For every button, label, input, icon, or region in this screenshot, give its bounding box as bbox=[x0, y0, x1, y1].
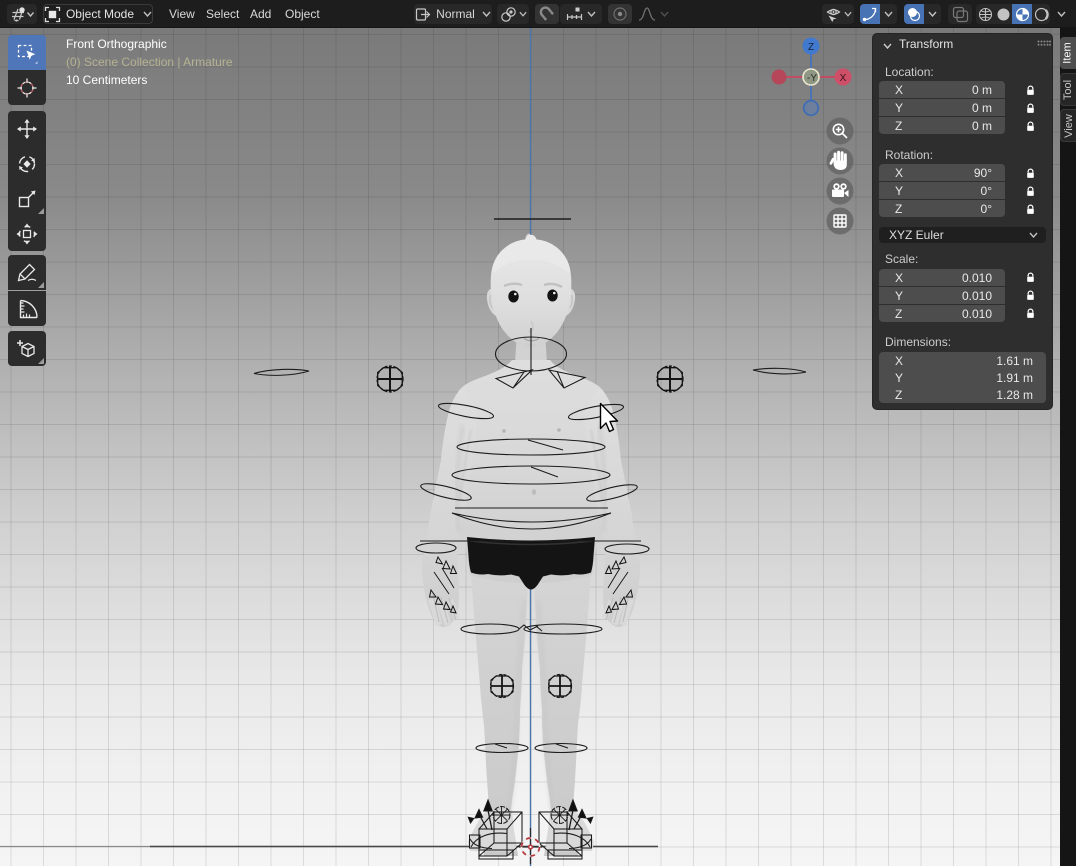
svg-text:Z: Z bbox=[808, 42, 814, 53]
svg-text:X: X bbox=[840, 73, 847, 84]
svg-text:-Y: -Y bbox=[807, 73, 817, 84]
